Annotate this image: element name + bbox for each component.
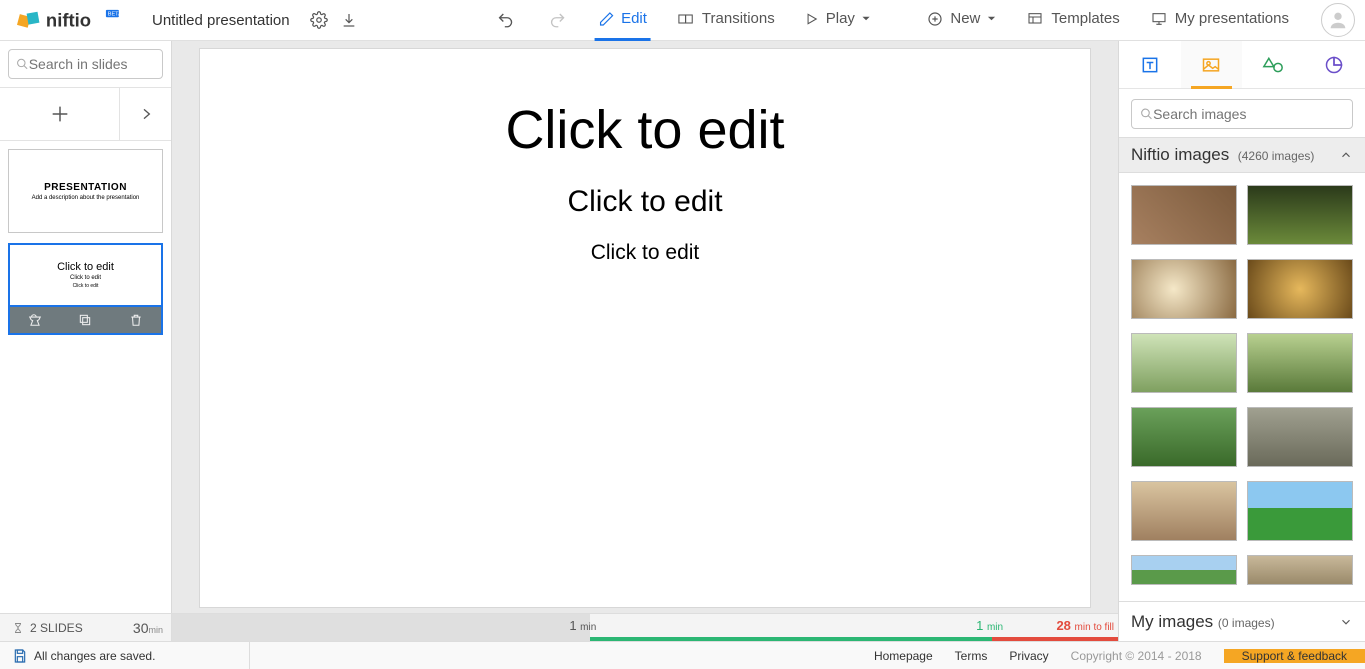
- footer-copyright: Copyright © 2014 - 2018: [1071, 649, 1202, 663]
- svg-text:niftio: niftio: [46, 9, 91, 30]
- save-status-text: All changes are saved.: [34, 649, 155, 663]
- status-thirty-min: min: [148, 625, 163, 635]
- tab-charts[interactable]: [1304, 41, 1365, 88]
- image-thumb[interactable]: [1131, 259, 1237, 319]
- tab-play-label: Play: [826, 10, 855, 27]
- footer-terms[interactable]: Terms: [955, 649, 988, 663]
- slide-body[interactable]: Click to edit: [260, 241, 1030, 265]
- status-fill: 28: [1056, 618, 1070, 633]
- add-slide-button[interactable]: [0, 88, 119, 140]
- image-thumb[interactable]: [1131, 555, 1237, 585]
- save-status: All changes are saved.: [0, 642, 250, 669]
- thumb1-sub: Add a description about the presentation: [32, 195, 140, 201]
- image-thumb[interactable]: [1131, 185, 1237, 245]
- status-one2: 1: [976, 618, 983, 633]
- download-icon[interactable]: [334, 5, 364, 35]
- search-icon: [1140, 107, 1153, 121]
- slide-subtitle[interactable]: Click to edit: [260, 185, 1030, 219]
- caret-down-icon: [862, 14, 871, 23]
- niftio-images-count: (4260 images): [1238, 149, 1315, 163]
- avatar[interactable]: [1321, 3, 1355, 37]
- footer-home[interactable]: Homepage: [874, 649, 933, 663]
- footer: All changes are saved. Homepage Terms Pr…: [0, 641, 1365, 669]
- my-images-header[interactable]: My images (0 images): [1119, 601, 1365, 641]
- chevron-down-icon: [1339, 615, 1353, 629]
- tab-transitions-label: Transitions: [702, 10, 775, 27]
- image-thumb[interactable]: [1247, 555, 1353, 585]
- slide-thumb-2[interactable]: Click to edit Click to edit Click to edi…: [8, 243, 163, 307]
- my-presentations-label: My presentations: [1175, 10, 1289, 27]
- thumb2-line3: Click to edit: [73, 283, 99, 289]
- tab-edit-label: Edit: [621, 10, 647, 27]
- my-images-label: My images: [1131, 612, 1213, 631]
- status-one: 1: [569, 618, 576, 633]
- search-icon: [16, 57, 29, 71]
- redo-icon: [542, 5, 572, 35]
- search-images-input[interactable]: [1131, 99, 1353, 129]
- thumb-actions: [8, 307, 163, 335]
- my-images-count: (0 images): [1218, 616, 1275, 630]
- tab-images[interactable]: [1181, 41, 1243, 88]
- undo-icon[interactable]: [490, 5, 520, 35]
- templates-label: Templates: [1051, 10, 1119, 27]
- support-label: Support & feedback: [1242, 649, 1347, 663]
- hourglass-icon: [12, 622, 24, 634]
- slide-settings-icon[interactable]: [28, 313, 42, 327]
- image-thumb[interactable]: [1131, 481, 1237, 541]
- presentation-title[interactable]: Untitled presentation: [138, 12, 304, 29]
- timeline[interactable]: 1 min 1 min 28 min to fill: [172, 614, 1118, 641]
- tab-edit[interactable]: Edit: [594, 0, 651, 41]
- image-thumb[interactable]: [1247, 333, 1353, 393]
- tab-shapes[interactable]: [1242, 41, 1304, 88]
- canvas-area[interactable]: Click to edit Click to edit Click to edi…: [172, 41, 1118, 641]
- logo[interactable]: niftio BETA: [0, 0, 138, 40]
- chevron-up-icon: [1339, 148, 1353, 162]
- image-grid: [1119, 173, 1365, 601]
- niftio-images-header[interactable]: Niftio images (4260 images): [1119, 137, 1365, 173]
- slide[interactable]: Click to edit Click to edit Click to edi…: [200, 49, 1090, 607]
- tab-play[interactable]: Play: [801, 0, 875, 41]
- slide-count-label: 2 SLIDES: [30, 621, 83, 635]
- thumb1-title: PRESENTATION: [44, 182, 127, 193]
- search-images-field[interactable]: [1153, 106, 1344, 122]
- support-button[interactable]: Support & feedback: [1224, 649, 1365, 663]
- slide-thumb-1[interactable]: PRESENTATION Add a description about the…: [8, 149, 163, 233]
- footer-privacy[interactable]: Privacy: [1009, 649, 1048, 663]
- templates-button[interactable]: Templates: [1022, 10, 1123, 30]
- status-bar: 2 SLIDES 30min 1 min 1 min 28 min to fil…: [0, 613, 1118, 641]
- delete-slide-icon[interactable]: [129, 313, 143, 327]
- settings-icon[interactable]: [304, 5, 334, 35]
- search-slides-input[interactable]: [8, 49, 163, 79]
- image-thumb[interactable]: [1247, 481, 1353, 541]
- image-thumb[interactable]: [1131, 333, 1237, 393]
- my-presentations-button[interactable]: My presentations: [1146, 10, 1293, 30]
- tab-text[interactable]: [1119, 41, 1181, 88]
- status-one-min2: min: [987, 622, 1003, 633]
- image-thumb[interactable]: [1247, 407, 1353, 467]
- next-layout-button[interactable]: [119, 88, 171, 140]
- status-fill-label: min to fill: [1075, 622, 1114, 633]
- status-thirty: 30: [133, 620, 149, 636]
- niftio-images-label: Niftio images: [1131, 145, 1229, 164]
- save-icon: [12, 648, 28, 664]
- svg-text:BETA: BETA: [108, 11, 122, 17]
- thumb2-sub: Click to edit: [70, 275, 101, 281]
- search-slides-field[interactable]: [29, 56, 155, 72]
- image-thumb[interactable]: [1131, 407, 1237, 467]
- duplicate-slide-icon[interactable]: [78, 313, 92, 327]
- tab-transitions[interactable]: Transitions: [673, 0, 779, 41]
- image-thumb[interactable]: [1247, 185, 1353, 245]
- thumb2-title: Click to edit: [57, 261, 114, 273]
- new-button[interactable]: New: [923, 10, 1000, 30]
- new-label: New: [950, 10, 980, 27]
- caret-down-icon: [987, 14, 996, 23]
- status-one-min: min: [580, 622, 596, 633]
- slide-title[interactable]: Click to edit: [260, 99, 1030, 161]
- image-thumb[interactable]: [1247, 259, 1353, 319]
